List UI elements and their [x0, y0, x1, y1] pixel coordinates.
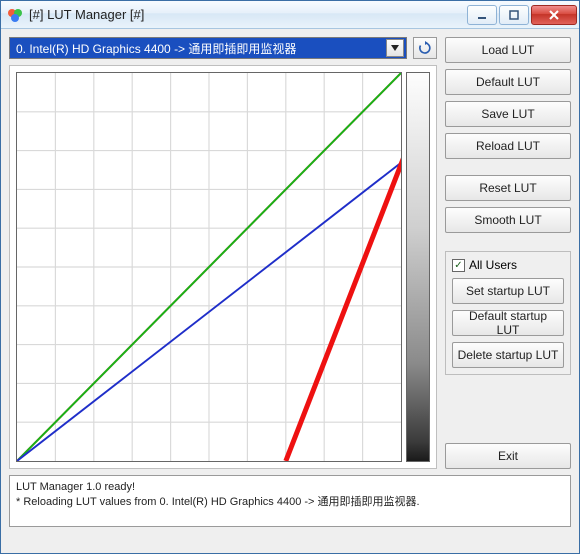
maximize-button[interactable]	[499, 5, 529, 25]
exit-button[interactable]: Exit	[445, 443, 571, 469]
load-lut-button[interactable]: Load LUT	[445, 37, 571, 63]
startup-group: ✓ All Users Set startup LUT Default star…	[445, 251, 571, 375]
default-startup-lut-button[interactable]: Default startup LUT	[452, 310, 564, 336]
refresh-icon	[418, 41, 432, 55]
smooth-lut-button[interactable]: Smooth LUT	[445, 207, 571, 233]
device-combo-text: 0. Intel(R) HD Graphics 4400 -> 通用即插即用监视…	[16, 40, 296, 57]
default-lut-button[interactable]: Default LUT	[445, 69, 571, 95]
all-users-row[interactable]: ✓ All Users	[452, 258, 564, 272]
set-startup-lut-button[interactable]: Set startup LUT	[452, 278, 564, 304]
window-title: [#] LUT Manager [#]	[29, 7, 467, 22]
log-line: LUT Manager 1.0 ready!	[16, 480, 564, 495]
spacer	[445, 381, 571, 437]
all-users-checkbox[interactable]: ✓	[452, 259, 465, 272]
spacer	[445, 239, 571, 245]
device-combo[interactable]: 0. Intel(R) HD Graphics 4400 -> 通用即插即用监视…	[9, 37, 407, 59]
app-icon	[7, 7, 23, 23]
all-users-label: All Users	[469, 258, 517, 272]
app-window: [#] LUT Manager [#] 0. Intel(R) HD Graph…	[0, 0, 580, 554]
delete-startup-lut-button[interactable]: Delete startup LUT	[452, 342, 564, 368]
log-line: * Reloading LUT values from 0. Intel(R) …	[16, 495, 564, 510]
right-column: Load LUT Default LUT Save LUT Reload LUT…	[445, 37, 571, 469]
lut-chart	[16, 72, 402, 462]
log-box: LUT Manager 1.0 ready! * Reloading LUT v…	[9, 475, 571, 527]
lut-plot-svg	[17, 73, 401, 461]
chart-panel	[9, 65, 437, 469]
gradient-strip	[406, 72, 430, 462]
spacer	[445, 165, 571, 169]
titlebar: [#] LUT Manager [#]	[1, 1, 579, 29]
minimize-button[interactable]	[467, 5, 497, 25]
left-column: 0. Intel(R) HD Graphics 4400 -> 通用即插即用监视…	[9, 37, 437, 469]
device-row: 0. Intel(R) HD Graphics 4400 -> 通用即插即用监视…	[9, 37, 437, 59]
window-controls	[467, 5, 577, 25]
main-row: 0. Intel(R) HD Graphics 4400 -> 通用即插即用监视…	[9, 37, 571, 469]
reset-lut-button[interactable]: Reset LUT	[445, 175, 571, 201]
save-lut-button[interactable]: Save LUT	[445, 101, 571, 127]
close-button[interactable]	[531, 5, 577, 25]
chevron-down-icon	[386, 39, 404, 57]
refresh-button[interactable]	[413, 37, 437, 59]
reload-lut-button[interactable]: Reload LUT	[445, 133, 571, 159]
client-area: 0. Intel(R) HD Graphics 4400 -> 通用即插即用监视…	[1, 29, 579, 553]
